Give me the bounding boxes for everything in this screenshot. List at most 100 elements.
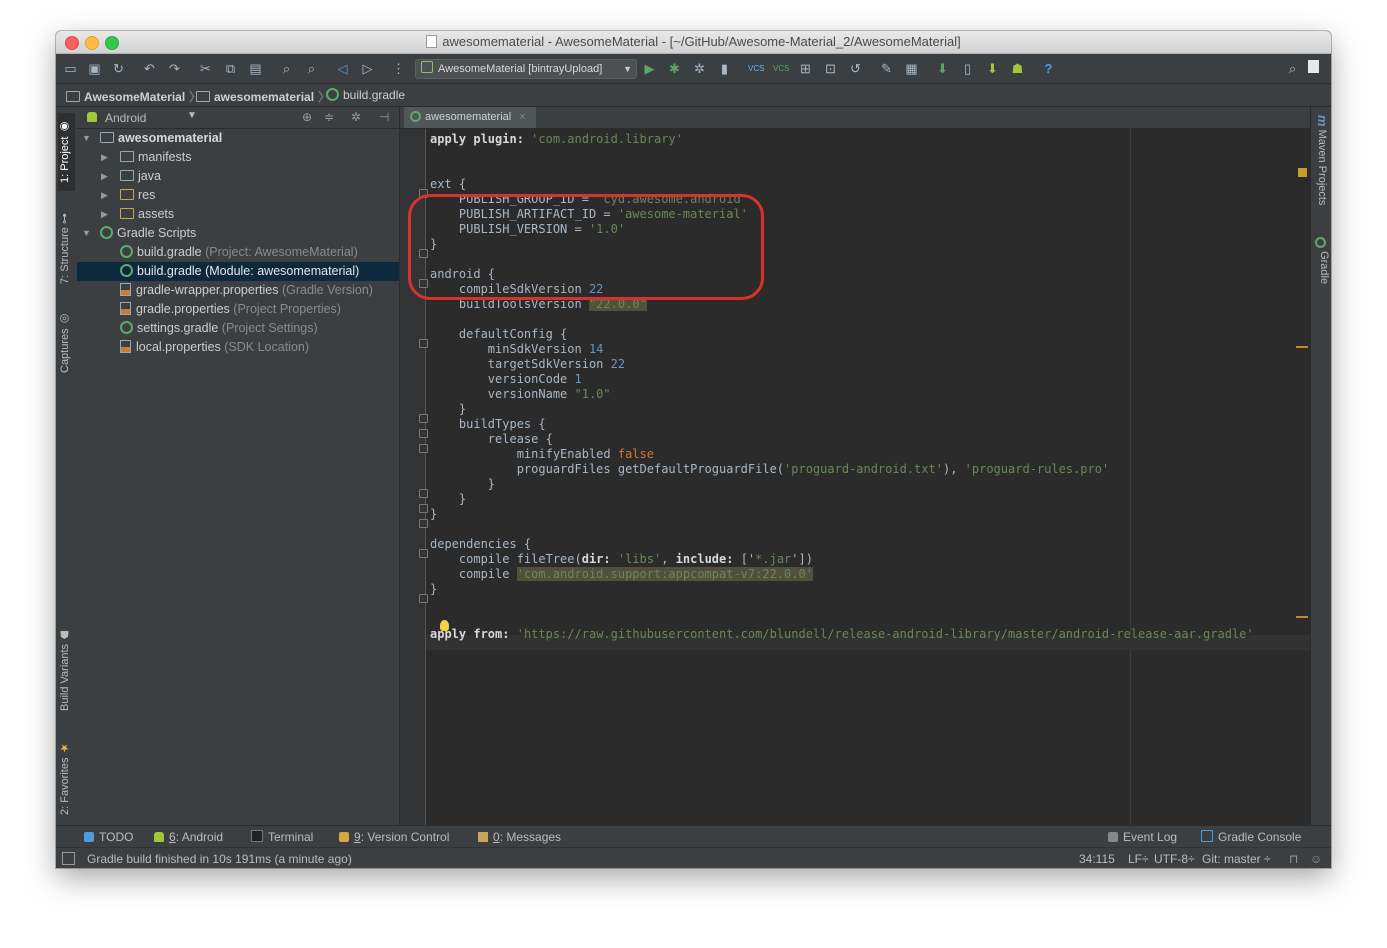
android-monitor-button[interactable]: 6: Android <box>154 830 223 844</box>
tool-tab-captures[interactable]: Captures ◎ <box>58 307 75 379</box>
find-icon[interactable]: ⌕ <box>279 61 294 76</box>
close-icon[interactable]: × <box>519 111 525 123</box>
settings-icon[interactable]: ✎ <box>879 61 894 76</box>
forward-icon[interactable]: ▷ <box>360 61 375 76</box>
collapse-all-icon[interactable]: ≑ <box>324 110 334 124</box>
fold-marker-icon[interactable] <box>419 489 428 498</box>
terminal-button[interactable]: Terminal <box>251 830 313 844</box>
breadcrumb-label: awesomematerial <box>214 90 315 104</box>
vcs-commit-icon[interactable]: VCS <box>773 61 789 76</box>
fold-marker-icon[interactable] <box>419 414 428 423</box>
sync-icon[interactable]: ↻ <box>111 61 126 76</box>
caret-position[interactable]: 34:115 <box>1079 852 1115 866</box>
profile-icon[interactable] <box>1308 60 1319 73</box>
undo-icon[interactable]: ↶ <box>142 61 157 76</box>
compare-icon[interactable]: ⊞ <box>798 61 813 76</box>
tool-tab-project[interactable]: 1: Project ◉ <box>58 113 75 191</box>
tree-item-label: build.gradle <box>137 245 202 259</box>
search-icon[interactable]: ⌕ <box>1285 61 1300 76</box>
breadcrumb-item-module[interactable]: awesomematerial 〉 <box>196 88 330 105</box>
tree-item-gradle-properties[interactable]: gradle.properties (Project Properties) <box>77 300 399 319</box>
line-separator-select[interactable]: LF÷ <box>1128 852 1149 866</box>
scroll-from-source-icon[interactable]: ⊕ <box>302 110 312 124</box>
messages-button[interactable]: 0: Messages <box>478 830 561 844</box>
editor-tab-build-gradle[interactable]: awesomematerial × <box>404 107 536 128</box>
chevron-down-icon[interactable]: ▼ <box>187 110 197 121</box>
fold-marker-icon[interactable] <box>419 504 428 513</box>
minimize-window-button[interactable] <box>85 36 99 50</box>
run-icon[interactable]: ▶ <box>642 61 657 76</box>
analysis-status-icon[interactable] <box>1298 168 1307 177</box>
version-control-button[interactable]: 9: Version Control <box>339 830 449 844</box>
paste-icon[interactable]: ▤ <box>248 61 263 76</box>
event-log-button[interactable]: Event Log <box>1108 830 1177 844</box>
toggle-tool-windows-icon[interactable] <box>62 852 75 865</box>
avd-manager-icon[interactable]: ▯ <box>960 61 975 76</box>
encoding-select[interactable]: UTF-8÷ <box>1154 852 1195 866</box>
warning-stripe-marker[interactable] <box>1296 616 1308 618</box>
tree-item-build-gradle-project[interactable]: build.gradle (Project: AwesomeMaterial) <box>77 243 399 262</box>
chevron-right-icon: ▶ <box>101 152 108 162</box>
git-branch-select[interactable]: Git: master ÷ <box>1202 852 1271 866</box>
redo-icon[interactable]: ↷ <box>167 61 182 76</box>
tree-item-detail: (Project Settings) <box>221 321 318 335</box>
inspector-icon[interactable]: ☺ <box>1310 852 1322 866</box>
fold-marker-icon[interactable] <box>419 519 428 528</box>
debug-icon[interactable]: ✱ <box>667 61 682 76</box>
back-icon[interactable]: ◁ <box>335 61 350 76</box>
fold-marker-icon[interactable] <box>419 444 428 453</box>
terminal-icon <box>251 830 263 842</box>
warning-stripe-marker[interactable] <box>1296 346 1308 348</box>
attach-debugger-icon[interactable]: ✲ <box>692 61 707 76</box>
status-message[interactable]: Gradle build finished in 10s 191ms (a mi… <box>87 852 352 866</box>
copy-icon[interactable]: ⧉ <box>223 61 238 76</box>
fold-marker-icon[interactable] <box>419 549 428 558</box>
tree-item-java[interactable]: ▶ java <box>77 167 399 186</box>
tool-tab-gradle[interactable]: Gradle <box>1313 237 1330 317</box>
fold-marker-icon[interactable] <box>419 339 428 348</box>
tool-tab-maven-projects[interactable]: m Maven Projects <box>1313 115 1330 225</box>
tree-item-assets[interactable]: ▶ assets <box>77 205 399 224</box>
fold-marker-icon[interactable] <box>419 429 428 438</box>
lock-icon[interactable]: ⊓ <box>1289 852 1298 866</box>
gradle-console-button[interactable]: Gradle Console <box>1201 830 1301 844</box>
coverage-icon[interactable]: ▮ <box>717 61 732 76</box>
revert-icon[interactable]: ↺ <box>848 61 863 76</box>
history-icon[interactable]: ⊡ <box>823 61 838 76</box>
sync-gradle-icon[interactable]: ⬇ <box>935 61 950 76</box>
tool-tab-favorites[interactable]: 2: Favorites ★ <box>58 735 75 821</box>
breadcrumb-item-file[interactable]: build.gradle <box>326 88 405 102</box>
project-structure-icon[interactable]: ▦ <box>904 61 919 76</box>
open-folder-icon[interactable]: ▭ <box>63 61 78 76</box>
help-icon[interactable]: ? <box>1041 61 1056 76</box>
android-monitor-icon[interactable]: ☗ <box>1010 61 1025 76</box>
cut-icon[interactable]: ✂ <box>198 61 213 76</box>
gear-icon[interactable]: ✲ <box>351 110 361 124</box>
fold-marker-icon[interactable] <box>419 594 428 603</box>
tool-window-label: Gradle Console <box>1218 830 1302 844</box>
tree-item-manifests[interactable]: ▶ manifests <box>77 148 399 167</box>
tree-item-local-properties[interactable]: local.properties (SDK Location) <box>77 338 399 357</box>
replace-icon[interactable]: ⌕ <box>304 61 319 76</box>
breadcrumb-item-project[interactable]: AwesomeMaterial 〉 <box>66 88 201 105</box>
code-editor[interactable]: awesomematerial × apply plugin: 'com.andr… <box>400 107 1310 825</box>
tree-item-res[interactable]: ▶ res <box>77 186 399 205</box>
intention-bulb-icon[interactable] <box>440 620 449 631</box>
tree-item-build-gradle-module[interactable]: build.gradle (Module: awesomematerial) <box>77 262 399 281</box>
maximize-window-button[interactable] <box>105 36 119 50</box>
project-view-mode[interactable]: Android <box>105 111 146 125</box>
save-icon[interactable]: ▣ <box>87 61 102 76</box>
tree-item-settings-gradle[interactable]: settings.gradle (Project Settings) <box>77 319 399 338</box>
tool-tab-build-variants[interactable]: Build Variants ☗ <box>58 621 75 717</box>
tree-item-gradle-scripts[interactable]: ▼ Gradle Scripts <box>77 224 399 243</box>
run-configuration-select[interactable]: AwesomeMaterial [bintrayUpload] ▼ <box>415 59 637 79</box>
tree-item-gradle-wrapper-properties[interactable]: gradle-wrapper.properties (Gradle Versio… <box>77 281 399 300</box>
todo-button[interactable]: TODO <box>84 830 133 844</box>
tool-tab-structure[interactable]: 7: Structure ⊶ <box>58 201 75 297</box>
close-window-button[interactable] <box>65 36 79 50</box>
vcs-update-icon[interactable]: VCS <box>748 61 764 76</box>
make-project-icon[interactable]: ⋮ <box>391 61 406 76</box>
hide-panel-icon[interactable]: ⊣ <box>379 110 389 124</box>
sdk-manager-icon[interactable]: ⬇ <box>985 61 1000 76</box>
tree-item-module[interactable]: ▼ awesomematerial <box>77 129 399 148</box>
